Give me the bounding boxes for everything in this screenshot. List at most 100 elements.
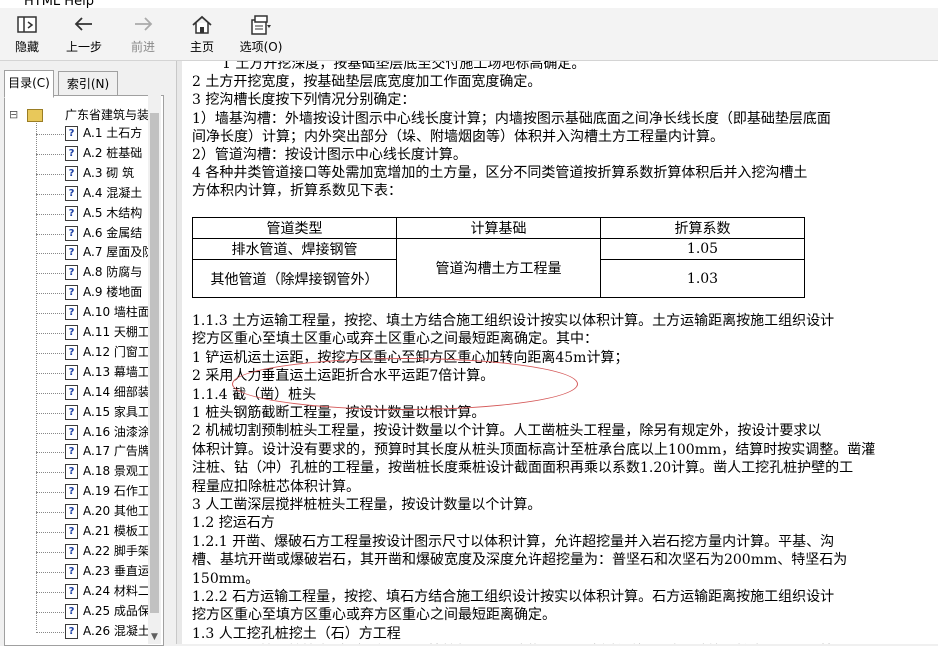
- text-line: 体积计算。设计没有要求的，预算时其长度从桩头顶面标高计至桩承台底以上100mm，…: [192, 441, 876, 458]
- tree-item[interactable]: ? A.13 幕墙工: [5, 363, 150, 382]
- tree-scrollbar[interactable]: ▼: [148, 95, 161, 644]
- help-topic-icon: ?: [65, 265, 78, 281]
- tree-item[interactable]: ? A.7 屋面及防: [5, 243, 150, 262]
- table-cell: 1.05: [600, 238, 805, 260]
- tree-item-label: A.3 砌 筑: [83, 165, 135, 180]
- help-topic-icon: ?: [65, 325, 78, 340]
- help-topic-icon: ?: [65, 464, 78, 480]
- tree-connector-line: [36, 532, 64, 533]
- tree-item[interactable]: ? A.20 其他工: [5, 502, 150, 521]
- tree-item[interactable]: ? A.16 油漆涂: [5, 423, 150, 442]
- help-topic-icon: ?: [65, 225, 78, 241]
- table-header-cell: 计算基础: [396, 217, 601, 239]
- text-line: 3 挖沟槽长度按下列情况分别确定：: [192, 92, 416, 109]
- forward-button[interactable]: 前进: [124, 8, 162, 58]
- tree-connector-line: [36, 313, 64, 315]
- options-button[interactable]: 选项(O): [236, 8, 286, 58]
- scroll-down-arrow-icon[interactable]: ▼: [148, 630, 161, 644]
- table-cell: 排水管道、焊接钢管: [192, 238, 397, 260]
- text-line: 间净长度）计算；内外突出部分（垛、附墙烟囱等）体积并入沟槽土方工程量内计算。: [192, 128, 724, 145]
- tree-connector-line: [36, 333, 64, 334]
- tree-item-label: A.1 土石方: [83, 126, 143, 140]
- tree-item[interactable]: ? A.15 家具工: [5, 403, 150, 422]
- tree-item[interactable]: ? A.26 混凝土: [5, 622, 150, 641]
- tree-connector-line: [36, 492, 64, 494]
- tree-item-label: A.9 楼地面: [83, 285, 143, 300]
- tree-item[interactable]: ? A.2 桩基础: [5, 144, 150, 163]
- help-topic-icon: ?: [65, 305, 78, 321]
- tree-item-label: A.24 材料二: [83, 583, 150, 598]
- tree-item[interactable]: ? A.4 混凝土: [5, 184, 150, 203]
- tree-item[interactable]: ? A.17 广告牌: [5, 442, 150, 461]
- conversion-table: 管道类型 计算基础 折算系数 排水管道、焊接钢管 管道沟槽土方工程量 1.05 …: [192, 217, 805, 298]
- tree-scrollbar-thumb[interactable]: [150, 113, 159, 613]
- tree-item[interactable]: ? A.21 模板工: [5, 522, 150, 541]
- tree-item[interactable]: ? A.6 金属结: [5, 224, 150, 243]
- tree-item[interactable]: ? A.12 门窗工: [5, 343, 150, 362]
- tree-item[interactable]: ? A.1 土石方: [5, 124, 150, 143]
- text-line: 2）管道沟槽：按设计图示中心线长度计算。: [192, 147, 467, 163]
- tree-item-label: A.10 墙柱面: [83, 305, 150, 320]
- tree-item[interactable]: ? A.11 天棚工: [5, 323, 150, 342]
- tree-item-label: A.11 天棚工: [83, 325, 150, 339]
- tree-item[interactable]: ? A.24 材料二: [5, 582, 150, 601]
- text-line: 2 土方开挖宽度，按基础垫层底宽度加工作面宽度确定。: [192, 74, 542, 91]
- help-topic-icon: ?: [65, 245, 78, 261]
- book-open-icon: [27, 109, 43, 122]
- help-topic-icon: ?: [65, 484, 78, 500]
- forward-arrow-icon: [124, 14, 162, 40]
- help-topic-icon: ?: [65, 623, 78, 639]
- back-label: 上一步: [65, 40, 102, 54]
- tree-item[interactable]: ? A.25 成品保: [5, 602, 150, 621]
- tree-item[interactable]: ? A.19 石作工: [5, 482, 150, 501]
- help-topic-icon: ?: [65, 424, 78, 440]
- options-label: 选项(O): [239, 40, 283, 54]
- tree-root-label: 广东省建筑与装: [65, 108, 150, 122]
- tree-item-label: A.20 其他工: [83, 504, 150, 519]
- help-topic-icon: ?: [65, 344, 78, 360]
- help-topic-icon: ?: [65, 543, 78, 559]
- tree-connector-line: [36, 571, 64, 573]
- help-topic-icon: ?: [65, 185, 78, 201]
- tree-item[interactable]: ? A.3 砌 筑: [5, 164, 150, 183]
- home-label: 主页: [189, 40, 214, 54]
- tree-connector-line: [36, 392, 64, 394]
- hide-button[interactable]: 隐藏: [10, 8, 44, 58]
- tree-item[interactable]: ? A.5 木结构: [5, 204, 150, 223]
- tree-connector-line: [36, 273, 64, 275]
- text-line: 1.2.1 开凿、爆破石方工程量按设计图示尺寸以体积计算，允许超挖量并入岩石挖方…: [192, 533, 835, 550]
- help-topic-icon: ?: [65, 205, 78, 221]
- tree-item[interactable]: ? A.22 脚手架: [5, 542, 150, 561]
- tree-item[interactable]: ? A.8 防腐与: [5, 263, 150, 282]
- tree-item-label: A.19 石作工: [83, 484, 150, 499]
- toolbar: 隐藏 上一步 前进 主页 选项(O): [0, 8, 938, 61]
- tree-connector-line: [36, 134, 64, 135]
- tree-item-label: A.22 脚手架: [83, 543, 150, 558]
- tree-item-label: A.16 油漆涂: [83, 424, 150, 439]
- tree-item-label: A.21 模板工: [83, 524, 150, 538]
- table-cell: 其他管道（除焊接钢管外）: [192, 259, 397, 298]
- tree-item[interactable]: ? A.9 楼地面: [5, 283, 150, 302]
- navigation-pane: 目录(C) 索引(N) ⊟ 广东省建筑与装 ? A.1 土石方? A.2 桩基础? A…: [0, 61, 176, 646]
- tab-index[interactable]: 索引(N): [58, 71, 118, 97]
- tree-item[interactable]: ? A.14 细部装: [5, 383, 150, 402]
- text-line: 程量应扣除桩芯体积计算。: [192, 478, 360, 495]
- collapse-toggle-icon[interactable]: ⊟: [9, 106, 18, 124]
- tree-item[interactable]: ? A.18 景观工: [5, 462, 150, 481]
- back-button[interactable]: 上一步: [62, 8, 106, 58]
- help-topic-icon: ?: [65, 524, 78, 539]
- tree-item-label: A.7 屋面及防: [83, 245, 150, 260]
- tree-item-label: A.5 木结构: [83, 205, 143, 220]
- tab-contents[interactable]: 目录(C): [4, 70, 54, 98]
- tree-item[interactable]: ? A.23 垂直运: [5, 562, 150, 581]
- tree-item-label: A.12 门窗工: [83, 344, 150, 359]
- home-button[interactable]: 主页: [184, 8, 220, 58]
- tree-connector-line: [36, 293, 64, 295]
- text-line: 方体积内计算，折算系数见下表：: [192, 183, 402, 200]
- window-title: HTML Help: [24, 0, 94, 8]
- topic-content: 1 土方开挖深度，按基础垫层底至交付施工场地标高确定。 2 土方开挖宽度，按基础…: [182, 61, 938, 644]
- tree-item[interactable]: ? A.10 墙柱面: [5, 303, 150, 322]
- tree-connector-line: [36, 213, 64, 215]
- home-icon: [184, 14, 220, 40]
- tree-connector-line: [36, 611, 64, 613]
